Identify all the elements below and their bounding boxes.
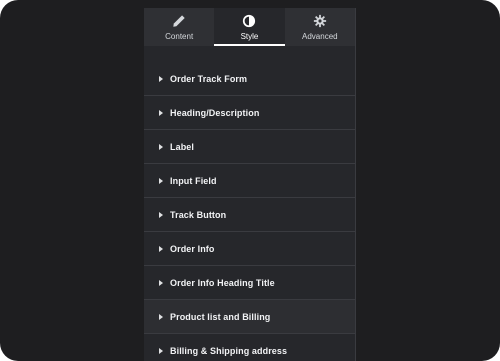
caret-right-icon xyxy=(159,109,163,116)
section-label: Order Info Heading Title xyxy=(170,277,275,288)
pencil-icon xyxy=(173,15,185,27)
tab-content-label: Content xyxy=(165,32,194,41)
section-label: Product list and Billing xyxy=(170,311,271,322)
section-label: Billing & Shipping address xyxy=(170,345,288,356)
section-label-style[interactable]: Label xyxy=(144,130,355,164)
caret-right-icon xyxy=(159,177,163,184)
contrast-icon xyxy=(243,14,256,28)
section-track-button[interactable]: Track Button xyxy=(144,198,355,232)
caret-right-icon xyxy=(159,75,163,82)
section-heading-description[interactable]: Heading/Description xyxy=(144,96,355,130)
tab-advanced[interactable]: Advanced xyxy=(284,8,355,46)
caret-right-icon xyxy=(159,279,163,286)
caret-right-icon xyxy=(159,245,163,252)
section-label: Order Info xyxy=(170,243,215,254)
tab-style-label: Style xyxy=(240,32,259,41)
section-order-info-heading-title[interactable]: Order Info Heading Title xyxy=(144,266,355,300)
style-panel: Content Style Advanced Order Track Form … xyxy=(144,8,356,361)
section-label: Label xyxy=(170,141,195,152)
section-billing-shipping-address[interactable]: Billing & Shipping address xyxy=(144,334,355,361)
gear-icon xyxy=(313,14,326,28)
caret-right-icon xyxy=(159,211,163,218)
tab-style[interactable]: Style xyxy=(214,8,285,46)
section-input-field[interactable]: Input Field xyxy=(144,164,355,198)
section-list: Order Track Form Heading/Description Lab… xyxy=(144,62,355,361)
caret-right-icon xyxy=(159,347,163,354)
caret-right-icon xyxy=(159,143,163,150)
section-label: Heading/Description xyxy=(170,107,260,118)
tab-content[interactable]: Content xyxy=(144,8,215,46)
section-label: Input Field xyxy=(170,175,217,186)
section-order-info[interactable]: Order Info xyxy=(144,232,355,266)
section-label: Track Button xyxy=(170,209,227,220)
section-order-track-form[interactable]: Order Track Form xyxy=(144,62,355,96)
panel-tabs: Content Style Advanced xyxy=(144,8,355,46)
app-window: Content Style Advanced Order Track Form … xyxy=(0,0,500,361)
tab-advanced-label: Advanced xyxy=(302,32,338,41)
section-label: Order Track Form xyxy=(170,73,248,84)
section-product-list-billing[interactable]: Product list and Billing xyxy=(144,300,355,334)
caret-right-icon xyxy=(159,313,163,320)
